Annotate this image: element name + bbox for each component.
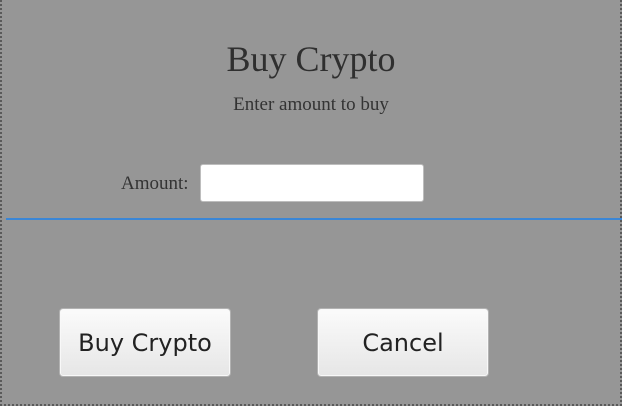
separator-line — [6, 218, 622, 220]
dialog-title: Buy Crypto — [226, 39, 396, 79]
amount-input[interactable] — [200, 164, 424, 202]
amount-label: Amount: — [121, 173, 189, 194]
cancel-button[interactable]: Cancel — [317, 308, 489, 377]
dialog-subtitle: Enter amount to buy — [233, 94, 389, 115]
buy-crypto-button[interactable]: Buy Crypto — [59, 308, 231, 377]
